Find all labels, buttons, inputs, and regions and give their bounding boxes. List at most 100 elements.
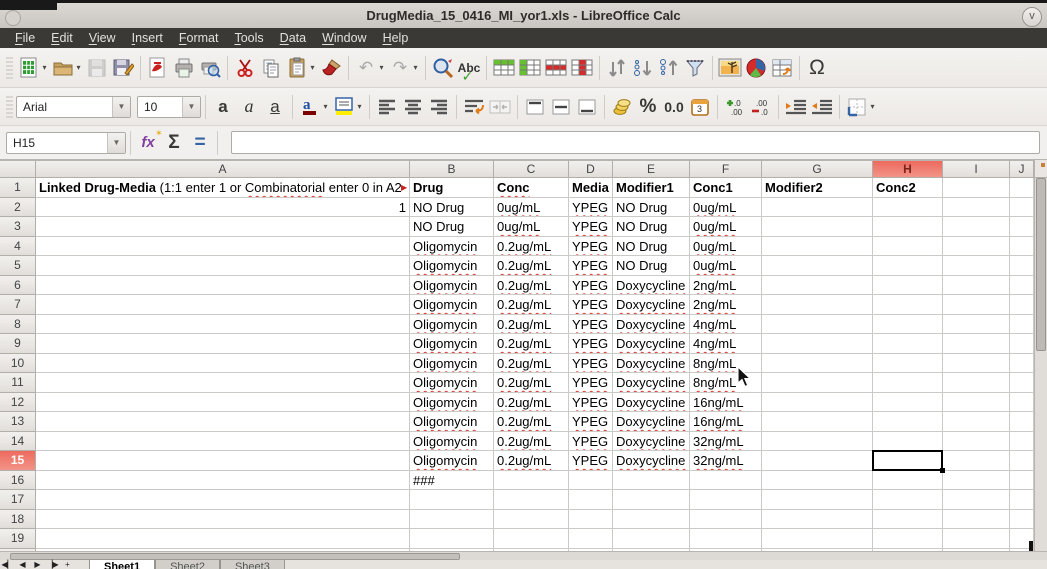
cell-A18[interactable] xyxy=(36,510,410,530)
cell-J8[interactable] xyxy=(1010,315,1034,335)
cell-G16[interactable] xyxy=(762,471,873,491)
next-sheet-button[interactable]: ▶ xyxy=(30,560,45,569)
cell-A6[interactable] xyxy=(36,276,410,296)
date-format-button[interactable]: 3 xyxy=(687,93,713,121)
delete-decimal-button[interactable]: .00.0 xyxy=(748,93,774,121)
cell-H2[interactable] xyxy=(873,198,943,218)
menu-view[interactable]: View xyxy=(82,29,123,47)
cell-D17[interactable] xyxy=(569,490,613,510)
cell-D2[interactable]: YPEG xyxy=(569,198,613,218)
cell-J6[interactable] xyxy=(1010,276,1034,296)
cell-H12[interactable] xyxy=(873,393,943,413)
cell-B5[interactable]: Oligomycin xyxy=(410,256,494,276)
cell-D19[interactable] xyxy=(569,529,613,549)
cell-G2[interactable] xyxy=(762,198,873,218)
cell-H10[interactable] xyxy=(873,354,943,374)
cell-E7[interactable]: Doxycycline xyxy=(613,295,690,315)
cell-C1[interactable]: Conc xyxy=(494,178,569,198)
cell-E17[interactable] xyxy=(613,490,690,510)
cell-A1[interactable]: Linked Drug-Media (1:1 enter 1 or Combin… xyxy=(36,178,410,198)
print-button[interactable] xyxy=(171,54,197,82)
cell-E9[interactable]: Doxycycline xyxy=(613,334,690,354)
column-header-D[interactable]: D xyxy=(569,161,613,178)
insert-chart-button[interactable] xyxy=(743,54,769,82)
add-sheet-button[interactable]: + xyxy=(60,560,75,569)
save-as-button[interactable] xyxy=(110,54,136,82)
title-bar[interactable]: DrugMedia_15_0416_MI_yor1.xls - LibreOff… xyxy=(0,3,1047,29)
align-center-button[interactable] xyxy=(400,93,426,121)
cell-C14[interactable]: 0.2ug/mL xyxy=(494,432,569,452)
cell-J13[interactable] xyxy=(1010,412,1034,432)
cell-B8[interactable]: Oligomycin xyxy=(410,315,494,335)
wrap-text-button[interactable] xyxy=(461,93,487,121)
row-header-14[interactable]: 14 xyxy=(0,432,36,452)
cell-A19[interactable] xyxy=(36,529,410,549)
row-header-2[interactable]: 2 xyxy=(0,198,36,218)
row-header-9[interactable]: 9 xyxy=(0,334,36,354)
font-size-dropdown-icon[interactable]: ▼ xyxy=(182,97,200,117)
cell-I3[interactable] xyxy=(943,217,1010,237)
menu-file[interactable]: File xyxy=(8,29,42,47)
cell-F6[interactable]: 2ng/mL xyxy=(690,276,762,296)
cell-I16[interactable] xyxy=(943,471,1010,491)
cell-D7[interactable]: YPEG xyxy=(569,295,613,315)
cell-H14[interactable] xyxy=(873,432,943,452)
cell-J15[interactable] xyxy=(1010,451,1034,471)
cell-B9[interactable]: Oligomycin xyxy=(410,334,494,354)
cell-B12[interactable]: Oligomycin xyxy=(410,393,494,413)
cell-E1[interactable]: Modifier1 xyxy=(613,178,690,198)
row-header-17[interactable]: 17 xyxy=(0,490,36,510)
cell-D9[interactable]: YPEG xyxy=(569,334,613,354)
cell-C7[interactable]: 0.2ug/mL xyxy=(494,295,569,315)
open-button[interactable] xyxy=(50,54,76,82)
cell-F7[interactable]: 2ng/mL xyxy=(690,295,762,315)
sum-button[interactable]: Σ xyxy=(161,129,187,157)
cell-H9[interactable] xyxy=(873,334,943,354)
column-header-F[interactable]: F xyxy=(690,161,762,178)
menu-window[interactable]: Window xyxy=(315,29,373,47)
previous-sheet-button[interactable]: ◀ xyxy=(15,560,30,569)
cell-C13[interactable]: 0.2ug/mL xyxy=(494,412,569,432)
cell-I5[interactable] xyxy=(943,256,1010,276)
insert-column-button[interactable] xyxy=(517,54,543,82)
cell-F2[interactable]: 0ug/mL xyxy=(690,198,762,218)
cell-J14[interactable] xyxy=(1010,432,1034,452)
font-color-button[interactable]: a xyxy=(297,93,323,121)
sort-button[interactable] xyxy=(604,54,630,82)
decrease-indent-button[interactable] xyxy=(809,93,835,121)
cell-B3[interactable]: NO Drug xyxy=(410,217,494,237)
cell-G18[interactable] xyxy=(762,510,873,530)
cell-F11[interactable]: 8ng/mL xyxy=(690,373,762,393)
split-handle-icon[interactable] xyxy=(1041,163,1045,167)
cell-C12[interactable]: 0.2ug/mL xyxy=(494,393,569,413)
cell-H19[interactable] xyxy=(873,529,943,549)
cell-I6[interactable] xyxy=(943,276,1010,296)
cell-J17[interactable] xyxy=(1010,490,1034,510)
add-decimal-button[interactable]: .0.00 xyxy=(722,93,748,121)
equals-button[interactable]: = xyxy=(187,129,213,157)
cell-A3[interactable] xyxy=(36,217,410,237)
cell-E11[interactable]: Doxycycline xyxy=(613,373,690,393)
cell-D4[interactable]: YPEG xyxy=(569,237,613,257)
row-header-7[interactable]: 7 xyxy=(0,295,36,315)
cell-B2[interactable]: NO Drug xyxy=(410,198,494,218)
cell-G11[interactable] xyxy=(762,373,873,393)
cell-I11[interactable] xyxy=(943,373,1010,393)
cell-F4[interactable]: 0ug/mL xyxy=(690,237,762,257)
sheet-split-handle[interactable] xyxy=(1029,541,1033,551)
cell-A16[interactable] xyxy=(36,471,410,491)
cut-button[interactable] xyxy=(232,54,258,82)
fill-handle[interactable] xyxy=(940,468,945,473)
special-character-button[interactable]: Ω xyxy=(804,54,830,82)
cell-A14[interactable] xyxy=(36,432,410,452)
cell-A11[interactable] xyxy=(36,373,410,393)
sheet-tab-sheet2[interactable]: Sheet2 xyxy=(155,560,220,569)
cell-E10[interactable]: Doxycycline xyxy=(613,354,690,374)
name-box-dropdown-icon[interactable]: ▼ xyxy=(107,133,125,153)
cell-A12[interactable] xyxy=(36,393,410,413)
insert-pivot-button[interactable] xyxy=(769,54,795,82)
cell-H7[interactable] xyxy=(873,295,943,315)
cell-G17[interactable] xyxy=(762,490,873,510)
cell-E14[interactable]: Doxycycline xyxy=(613,432,690,452)
spelling-button[interactable]: Abc✓ xyxy=(456,54,482,82)
